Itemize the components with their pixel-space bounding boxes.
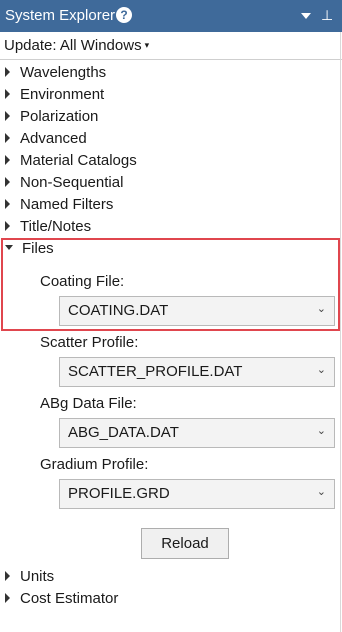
tree-item-named-filters[interactable]: Named Filters [5, 195, 113, 215]
reload-button[interactable]: Reload [141, 528, 229, 559]
tree-item-title-notes[interactable]: Title/Notes [5, 217, 91, 237]
expand-arrow-icon[interactable] [5, 593, 10, 604]
chevron-down-icon: ⌄ [316, 364, 326, 376]
abg-data-file-value: ABG_DATA.DAT [68, 424, 179, 441]
tree-item-label: Material Catalogs [20, 152, 137, 169]
tree-item-units[interactable]: Units [5, 567, 54, 587]
tree-item-label: Non-Sequential [20, 174, 124, 191]
tree-item-material-catalogs[interactable]: Material Catalogs [5, 151, 137, 171]
tree-item-label: Polarization [20, 108, 99, 125]
chevron-down-icon: ⌄ [316, 425, 326, 437]
panel-titlebar: System Explorer ? ⊥ [0, 0, 342, 32]
tree-item-label: Title/Notes [20, 218, 92, 235]
tree-item-label: Cost Estimator [20, 590, 119, 607]
scatter-profile-select[interactable]: SCATTER_PROFILE.DAT ⌄ [59, 357, 335, 387]
tree-item-non-sequential[interactable]: Non-Sequential [5, 173, 123, 193]
expand-arrow-icon[interactable] [5, 155, 10, 166]
gradium-profile-label: Gradium Profile: [40, 456, 149, 473]
divider [0, 59, 342, 60]
scatter-profile-value: SCATTER_PROFILE.DAT [68, 363, 243, 380]
update-mode-label: Update: All Windows [4, 37, 142, 54]
tree-item-environment[interactable]: Environment [5, 85, 104, 105]
panel-title: System Explorer [5, 7, 116, 24]
expand-arrow-icon[interactable] [5, 89, 10, 100]
tree-item-polarization[interactable]: Polarization [5, 107, 98, 127]
expand-arrow-icon[interactable] [5, 111, 10, 122]
caret-down-icon: ▾ [144, 40, 150, 50]
tree-item-label: Advanced [20, 130, 87, 147]
abg-data-file-select[interactable]: ABG_DATA.DAT ⌄ [59, 418, 335, 448]
tree-item-label: Units [20, 568, 55, 585]
expand-arrow-icon[interactable] [5, 133, 10, 144]
tree-item-label: Environment [20, 86, 105, 103]
tree-item-label: Named Filters [20, 196, 114, 213]
tree-item-cost-estimator[interactable]: Cost Estimator [5, 589, 118, 609]
expand-arrow-icon[interactable] [5, 571, 10, 582]
panel-border [340, 32, 341, 632]
tree-item-wavelengths[interactable]: Wavelengths [5, 63, 106, 83]
panel-menu-dropdown-icon[interactable] [301, 13, 311, 19]
pin-icon[interactable]: ⊥ [321, 6, 333, 24]
gradium-profile-select[interactable]: PROFILE.GRD ⌄ [59, 479, 335, 509]
gradium-profile-value: PROFILE.GRD [68, 485, 170, 502]
expand-arrow-icon[interactable] [5, 67, 10, 78]
scatter-profile-label: Scatter Profile: [40, 334, 139, 351]
help-icon[interactable]: ? [116, 7, 132, 23]
expand-arrow-icon[interactable] [5, 199, 10, 210]
tree-item-label: Wavelengths [20, 64, 107, 81]
abg-data-file-label: ABg Data File: [40, 395, 137, 412]
update-mode-dropdown[interactable]: Update: All Windows ▾ [4, 37, 149, 54]
expand-arrow-icon[interactable] [5, 221, 10, 232]
chevron-down-icon: ⌄ [316, 486, 326, 498]
highlight-box [1, 238, 340, 331]
tree-item-advanced[interactable]: Advanced [5, 129, 87, 149]
expand-arrow-icon[interactable] [5, 177, 10, 188]
